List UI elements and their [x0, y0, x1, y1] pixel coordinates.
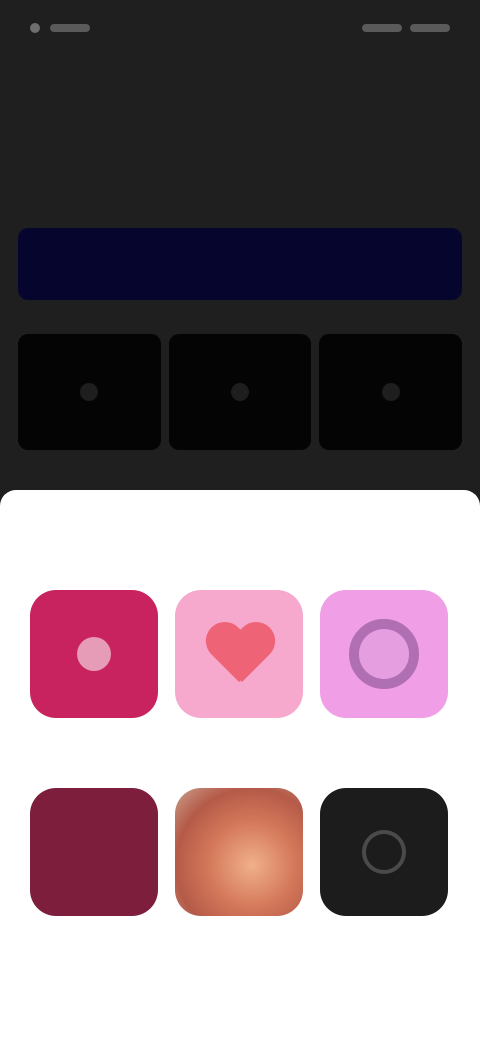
app-label: [30, 738, 158, 754]
photo-icon: [175, 788, 303, 916]
plus-icon: [381, 383, 400, 401]
status-bar: [0, 0, 480, 56]
photo-app-icon[interactable]: [175, 788, 303, 916]
header: [24, 60, 456, 150]
app-screen: [0, 0, 480, 1040]
status-left: [30, 23, 90, 33]
plus-icon: [80, 383, 99, 401]
dial-icon: [362, 830, 406, 874]
banner[interactable]: [18, 228, 462, 300]
app-item-5[interactable]: [175, 788, 303, 952]
dark-tile-3[interactable]: [319, 334, 463, 450]
status-indicators: [362, 24, 402, 32]
heart-app-icon[interactable]: [175, 590, 303, 718]
app-glyph-icon: [77, 637, 111, 671]
plus-icon: [231, 383, 249, 401]
app-item-6[interactable]: [320, 788, 448, 952]
app-item-4[interactable]: [30, 788, 158, 952]
app-label: [175, 738, 303, 754]
app-icon-4[interactable]: [30, 788, 158, 916]
app-label: [320, 936, 448, 952]
dial-app-icon[interactable]: [320, 788, 448, 916]
dark-tile-1[interactable]: [18, 334, 161, 450]
battery-icon: [410, 24, 450, 32]
app-item-3[interactable]: [320, 590, 448, 754]
app-item-1[interactable]: [30, 590, 158, 754]
app-icon-1[interactable]: [30, 590, 158, 718]
ring-icon: [349, 619, 419, 689]
sheet-title: [36, 542, 444, 562]
ring-app-icon[interactable]: [320, 590, 448, 718]
app-label: [30, 936, 158, 952]
bottom-sheet: [0, 490, 480, 1040]
dark-tile-2[interactable]: [168, 334, 312, 450]
status-dot-icon: [30, 23, 40, 33]
dark-tile-row: [18, 334, 463, 450]
app-grid: [30, 590, 450, 952]
app-label: [175, 936, 303, 952]
app-item-2[interactable]: [175, 590, 303, 754]
heart-icon: [204, 624, 274, 684]
status-right: [362, 24, 450, 32]
status-time: [50, 24, 90, 32]
app-label: [320, 738, 448, 754]
